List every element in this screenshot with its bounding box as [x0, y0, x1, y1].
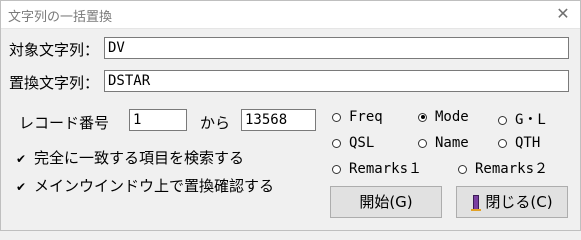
window-title: 文字列の一括置換 — [8, 10, 113, 25]
field-radio-qth[interactable]: QTH — [498, 135, 540, 151]
record-to-input[interactable]: 13568 — [241, 109, 316, 131]
radio-indicator-icon — [332, 138, 341, 148]
field-radio-mode[interactable]: Mode — [418, 109, 469, 125]
field-radio-name[interactable]: Name — [418, 135, 469, 151]
radio-indicator-icon — [332, 112, 341, 122]
title-bar: 文字列の一括置換 ✕ — [0, 0, 581, 29]
confirm-main-window-checkbox[interactable]: ✔ メインウインドウ上で置換確認する — [16, 175, 274, 196]
record-number-label: レコード番号 — [19, 114, 110, 132]
target-string-label: 対象文字列： — [9, 41, 100, 59]
checkmark-icon: ✔ — [16, 152, 27, 166]
replace-string-input[interactable]: DSTAR — [104, 70, 569, 92]
start-button[interactable]: 開始(G) — [330, 186, 442, 218]
close-icon[interactable]: ✕ — [552, 4, 574, 24]
record-range-label: から — [200, 114, 231, 132]
exact-match-checkbox[interactable]: ✔ 完全に一致する項目を検索する — [16, 147, 244, 168]
record-from-input[interactable]: 1 — [129, 109, 187, 131]
field-radio-freq[interactable]: Freq — [332, 109, 383, 125]
radio-indicator-icon — [458, 164, 467, 174]
field-radio-remarks1[interactable]: Remarks１ — [332, 158, 422, 178]
radio-indicator-icon — [498, 115, 507, 125]
field-radio-remarks2[interactable]: Remarks２ — [458, 158, 548, 178]
checkmark-icon: ✔ — [16, 180, 27, 194]
radio-selected-icon — [418, 112, 427, 122]
radio-indicator-icon — [332, 164, 341, 174]
field-radio-gl[interactable]: G・L — [498, 109, 546, 129]
field-radio-qsl[interactable]: QSL — [332, 135, 374, 151]
target-string-input[interactable]: DV — [104, 37, 569, 59]
radio-indicator-icon — [498, 138, 507, 148]
replace-string-label: 置換文字列： — [9, 74, 100, 92]
close-button[interactable]: 閉じる(C) — [456, 186, 568, 218]
door-exit-icon — [471, 194, 482, 211]
radio-indicator-icon — [418, 138, 427, 148]
